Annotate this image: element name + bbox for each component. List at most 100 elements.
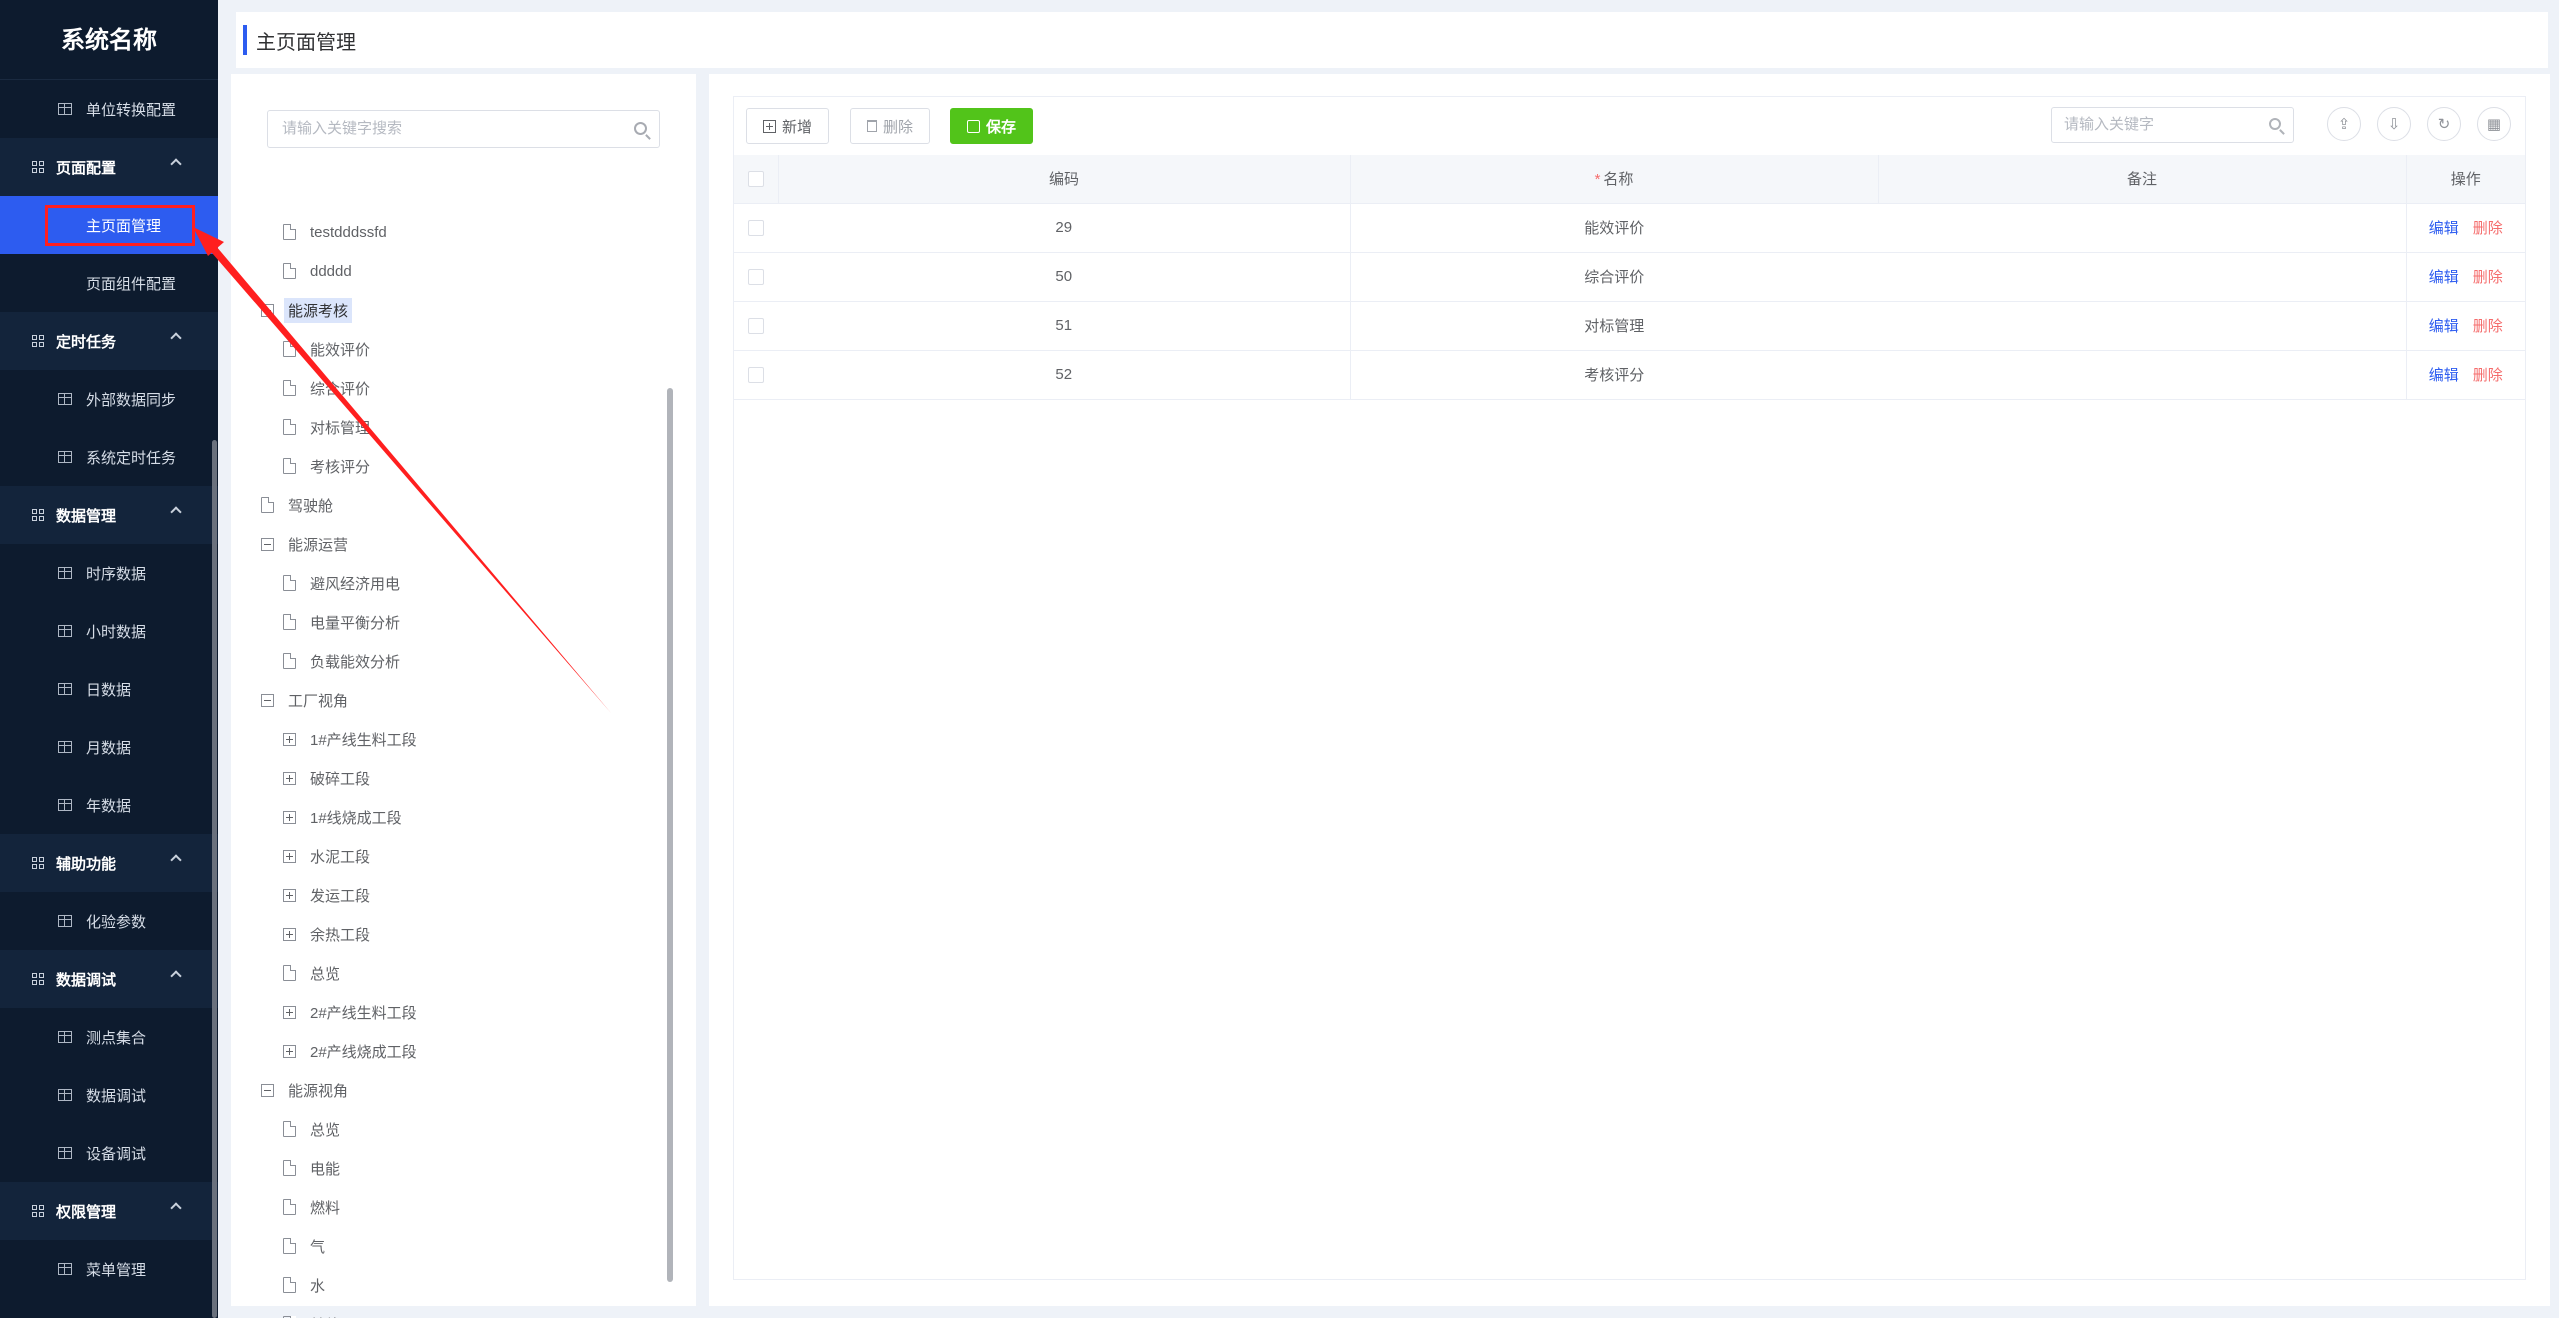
tree-node-label: 驾驶舱 bbox=[288, 497, 334, 515]
sidebar-scrollbar[interactable] bbox=[212, 440, 217, 1318]
expand-icon[interactable] bbox=[283, 927, 296, 941]
row-checkbox[interactable] bbox=[748, 220, 764, 237]
search-icon[interactable] bbox=[2269, 118, 2281, 130]
collapse-icon[interactable] bbox=[261, 303, 274, 317]
collapse-icon[interactable] bbox=[261, 537, 274, 551]
delete-button[interactable]: 删除 bbox=[850, 108, 931, 144]
tree-node[interactable]: 破碎工段 bbox=[283, 766, 370, 790]
tree-node[interactable]: 余热工段 bbox=[283, 922, 370, 946]
tree-node[interactable]: 能效评价 bbox=[283, 337, 370, 361]
sidebar-item[interactable]: 数据调试 bbox=[0, 1066, 218, 1124]
collapse-icon[interactable] bbox=[261, 1083, 274, 1097]
tree-node[interactable]: 能源考核 bbox=[261, 297, 353, 323]
cell-remark bbox=[1878, 350, 2407, 400]
save-button[interactable]: 保存 bbox=[950, 108, 1034, 144]
sidebar-group[interactable]: 权限管理 bbox=[0, 1182, 218, 1240]
tree-node[interactable]: 总览 bbox=[283, 961, 340, 985]
edit-link[interactable]: 编辑 bbox=[2429, 367, 2459, 384]
sidebar-item[interactable]: 菜单管理 bbox=[0, 1240, 218, 1298]
tree-node[interactable]: 能源运营 bbox=[261, 532, 348, 556]
tree-node[interactable]: 其他 bbox=[283, 1312, 340, 1318]
sidebar-item[interactable]: 系统定时任务 bbox=[0, 428, 218, 486]
search-icon[interactable] bbox=[634, 122, 647, 135]
sidebar-group[interactable]: 数据调试 bbox=[0, 950, 218, 1008]
tree-node[interactable]: 1#产线生料工段 bbox=[283, 727, 417, 751]
tree-node[interactable]: 发运工段 bbox=[283, 883, 370, 907]
expand-icon[interactable] bbox=[283, 1005, 296, 1019]
column-header-remark[interactable]: 备注 bbox=[1878, 155, 2407, 204]
sidebar-item[interactable]: 时序数据 bbox=[0, 544, 218, 602]
tree-node[interactable]: 避风经济用电 bbox=[283, 571, 400, 595]
tree-node[interactable]: 气 bbox=[283, 1234, 325, 1258]
download-icon[interactable]: ⇩ bbox=[2377, 107, 2411, 141]
column-header-code[interactable]: 编码 bbox=[778, 155, 1351, 204]
expand-icon[interactable] bbox=[283, 810, 296, 824]
edit-link[interactable]: 编辑 bbox=[2429, 220, 2459, 237]
expand-icon[interactable] bbox=[283, 1044, 296, 1058]
tree-node[interactable]: 电量平衡分析 bbox=[283, 610, 400, 634]
sidebar-item[interactable]: 测点集合 bbox=[0, 1008, 218, 1066]
tree-node[interactable]: 电能 bbox=[283, 1156, 340, 1180]
expand-icon[interactable] bbox=[283, 771, 296, 785]
tree-node[interactable]: 驾驶舱 bbox=[261, 493, 333, 517]
sidebar-item[interactable]: 页面组件配置 bbox=[0, 254, 218, 312]
delete-link[interactable]: 删除 bbox=[2473, 318, 2503, 335]
columns-icon[interactable]: ▦ bbox=[2477, 107, 2511, 141]
column-header-name[interactable]: * 名称 bbox=[1350, 155, 1879, 204]
tree-node[interactable]: testdddssfd bbox=[283, 220, 387, 244]
tree-node[interactable]: 总览 bbox=[283, 1117, 340, 1141]
row-checkbox[interactable] bbox=[748, 269, 764, 286]
delete-link[interactable]: 删除 bbox=[2473, 367, 2503, 384]
sidebar-item[interactable]: 外部数据同步 bbox=[0, 370, 218, 428]
tree-node[interactable]: 综合评价 bbox=[283, 376, 370, 400]
tree-search-input[interactable]: 请输入关键字搜索 bbox=[267, 110, 660, 148]
tree-node[interactable]: 燃料 bbox=[283, 1195, 340, 1219]
cell-code: 50 bbox=[778, 252, 1351, 302]
tree-node[interactable]: 2#产线生料工段 bbox=[283, 1000, 417, 1024]
add-button[interactable]: 新增 bbox=[746, 108, 830, 144]
sidebar-group[interactable]: 页面配置 bbox=[0, 138, 218, 196]
table-row[interactable]: 50 综合评价 编辑 删除 bbox=[734, 252, 2525, 302]
expand-icon[interactable] bbox=[283, 732, 296, 746]
sidebar-item[interactable]: 单位转换配置 bbox=[0, 80, 218, 138]
tree-node[interactable]: 工厂视角 bbox=[261, 688, 348, 712]
upload-icon[interactable]: ⇪ bbox=[2327, 107, 2361, 141]
row-checkbox[interactable] bbox=[748, 367, 764, 384]
expand-icon[interactable] bbox=[283, 888, 296, 902]
edit-link[interactable]: 编辑 bbox=[2429, 269, 2459, 286]
refresh-icon[interactable]: ↻ bbox=[2427, 107, 2461, 141]
expand-icon[interactable] bbox=[283, 849, 296, 863]
sidebar-item[interactable]: 化验参数 bbox=[0, 892, 218, 950]
sidebar-group[interactable]: 数据管理 bbox=[0, 486, 218, 544]
table-row[interactable]: 51 对标管理 编辑 删除 bbox=[734, 301, 2525, 351]
tree-node[interactable]: ddddd bbox=[283, 259, 352, 283]
sidebar-group[interactable]: 辅助功能 bbox=[0, 834, 218, 892]
edit-link[interactable]: 编辑 bbox=[2429, 318, 2459, 335]
tree-node[interactable]: 考核评分 bbox=[283, 454, 370, 478]
table-row[interactable]: 29 能效评价 编辑 删除 bbox=[734, 203, 2525, 253]
tree-node[interactable]: 2#产线烧成工段 bbox=[283, 1039, 417, 1063]
sidebar-item[interactable]: 设备调试 bbox=[0, 1124, 218, 1182]
sidebar-item[interactable]: 月数据 bbox=[0, 718, 218, 776]
select-all-checkbox[interactable] bbox=[747, 171, 764, 188]
sidebar-item[interactable]: 主页面管理 bbox=[0, 196, 218, 254]
delete-link[interactable]: 删除 bbox=[2473, 220, 2503, 237]
tree-scrollbar[interactable] bbox=[667, 388, 673, 1282]
sidebar-group[interactable]: 定时任务 bbox=[0, 312, 218, 370]
sidebar-item[interactable]: 小时数据 bbox=[0, 602, 218, 660]
table-row[interactable]: 52 考核评分 编辑 删除 bbox=[734, 350, 2525, 400]
sidebar-item[interactable]: 日数据 bbox=[0, 660, 218, 718]
tree-node[interactable]: 能源视角 bbox=[261, 1078, 348, 1102]
table-icon bbox=[58, 393, 72, 405]
row-checkbox[interactable] bbox=[748, 318, 764, 335]
tree-node[interactable]: 水 bbox=[283, 1273, 325, 1297]
tree-node[interactable]: 1#线烧成工段 bbox=[283, 805, 402, 829]
delete-link[interactable]: 删除 bbox=[2473, 269, 2503, 286]
table-search-input[interactable]: 请输入关键字 bbox=[2051, 107, 2294, 143]
tree-node[interactable]: 负载能效分析 bbox=[283, 649, 400, 673]
sidebar-item[interactable]: 年数据 bbox=[0, 776, 218, 834]
tree-node[interactable]: 对标管理 bbox=[283, 415, 370, 439]
collapse-icon[interactable] bbox=[261, 693, 274, 707]
tree-node-label: 水 bbox=[310, 1277, 326, 1295]
tree-node[interactable]: 水泥工段 bbox=[283, 844, 370, 868]
